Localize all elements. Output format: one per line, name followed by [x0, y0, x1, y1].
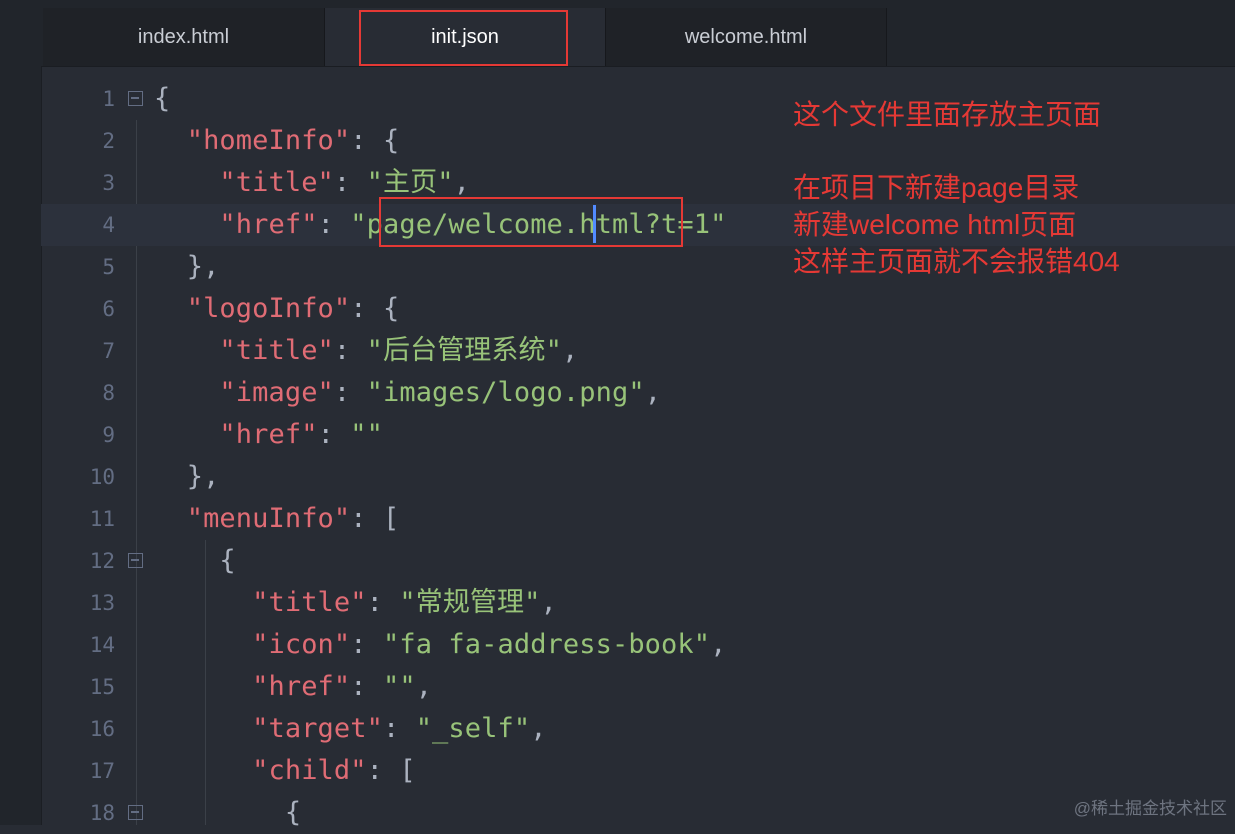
- code-line-9[interactable]: 9 "href": "": [41, 414, 1235, 456]
- code-text: "icon": "fa fa-address-book",: [252, 629, 727, 660]
- line-number: 4: [102, 213, 115, 237]
- code-line-7[interactable]: 7 "title": "后台管理系统",: [41, 330, 1235, 372]
- line-number: 8: [102, 381, 115, 405]
- line-number: 11: [89, 507, 115, 531]
- code-line-6[interactable]: 6 "logoInfo": {: [41, 288, 1235, 330]
- text-cursor: [593, 205, 596, 243]
- code-text: "href": "page/welcome.html?t=1": [219, 209, 727, 240]
- code-line-14[interactable]: 14 "icon": "fa fa-address-book",: [41, 624, 1235, 666]
- tab-init-json[interactable]: init.json: [325, 8, 606, 66]
- code-line-18[interactable]: 18 {: [41, 792, 1235, 834]
- line-number: 12: [89, 549, 115, 573]
- code-text: "menuInfo": [: [186, 503, 400, 534]
- line-number: 14: [89, 633, 115, 657]
- code-text: {: [154, 83, 171, 114]
- code-text: "title": "常规管理",: [252, 587, 557, 618]
- json-key: "homeInfo": [186, 125, 351, 156]
- code-line-11[interactable]: 11 "menuInfo": [: [41, 498, 1235, 540]
- json-key: "title": [219, 335, 334, 366]
- json-key: "logoInfo": [186, 293, 351, 324]
- line-number: 1: [102, 87, 115, 111]
- code-line-12[interactable]: 12 {: [41, 540, 1235, 582]
- code-text: "href": "": [219, 419, 383, 450]
- annotation-note: 在项目下新建page目录: [793, 172, 1080, 203]
- code-line-16[interactable]: 16 "target": "_self",: [41, 708, 1235, 750]
- code-line-8[interactable]: 8 "image": "images/logo.png",: [41, 372, 1235, 414]
- fold-toggle-icon[interactable]: [128, 553, 143, 568]
- line-number: 18: [89, 801, 115, 825]
- left-gutter-strip: [0, 0, 42, 825]
- line-number: 15: [89, 675, 115, 699]
- json-key: "href": [252, 671, 351, 702]
- json-key: "title": [252, 587, 367, 618]
- line-number: 13: [89, 591, 115, 615]
- tab-welcome-html[interactable]: welcome.html: [606, 8, 887, 66]
- json-key: "href": [219, 419, 318, 450]
- json-key: "title": [219, 167, 334, 198]
- json-key: "href": [219, 209, 318, 240]
- code-line-17[interactable]: 17 "child": [: [41, 750, 1235, 792]
- fold-toggle-icon[interactable]: [128, 805, 143, 820]
- json-string: "page/welcome.html?t=1": [350, 209, 727, 240]
- json-string: "": [350, 419, 383, 450]
- tab-bar: index.html init.json welcome.html: [41, 0, 1235, 67]
- code-text: },: [154, 461, 220, 492]
- code-text: },: [154, 251, 220, 282]
- line-number: 7: [102, 339, 115, 363]
- line-number: 5: [102, 255, 115, 279]
- code-text: "href": "",: [252, 671, 433, 702]
- code-text: "title": "主页",: [219, 167, 470, 198]
- json-string: "主页": [366, 167, 454, 198]
- code-text: "image": "images/logo.png",: [219, 377, 662, 408]
- line-number: 6: [102, 297, 115, 321]
- line-number: 9: [102, 423, 115, 447]
- code-text: {: [154, 797, 302, 828]
- json-string: "fa fa-address-book": [383, 629, 711, 660]
- annotation-note: 新建welcome html页面: [793, 209, 1077, 240]
- code-text: {: [154, 545, 236, 576]
- json-key: "child": [252, 755, 367, 786]
- json-string: "后台管理系统": [366, 335, 562, 366]
- json-key: "target": [252, 713, 383, 744]
- code-line-10[interactable]: 10 },: [41, 456, 1235, 498]
- json-key: "image": [219, 377, 334, 408]
- watermark: @稀土掘金技术社区: [1073, 799, 1227, 818]
- line-number: 3: [102, 171, 115, 195]
- code-text: "title": "后台管理系统",: [219, 335, 579, 366]
- fold-toggle-icon[interactable]: [128, 91, 143, 106]
- code-text: "child": [: [252, 755, 416, 786]
- line-number: 17: [89, 759, 115, 783]
- code-text: "target": "_self",: [252, 713, 547, 744]
- json-string: "常规管理": [399, 587, 541, 618]
- code-text: "homeInfo": {: [186, 125, 400, 156]
- annotation-note: 这样主页面就不会报错404: [793, 246, 1120, 277]
- tab-index-html[interactable]: index.html: [43, 8, 325, 66]
- line-number: 10: [89, 465, 115, 489]
- line-number: 2: [102, 129, 115, 153]
- json-key: "icon": [252, 629, 351, 660]
- annotation-note: 这个文件里面存放主页面: [793, 99, 1102, 130]
- json-string: "": [383, 671, 416, 702]
- line-number: 16: [89, 717, 115, 741]
- json-key: "menuInfo": [186, 503, 351, 534]
- json-string: "images/logo.png": [366, 377, 645, 408]
- json-string: "_self": [415, 713, 531, 744]
- code-line-13[interactable]: 13 "title": "常规管理",: [41, 582, 1235, 624]
- code-line-15[interactable]: 15 "href": "",: [41, 666, 1235, 708]
- code-text: "logoInfo": {: [186, 293, 400, 324]
